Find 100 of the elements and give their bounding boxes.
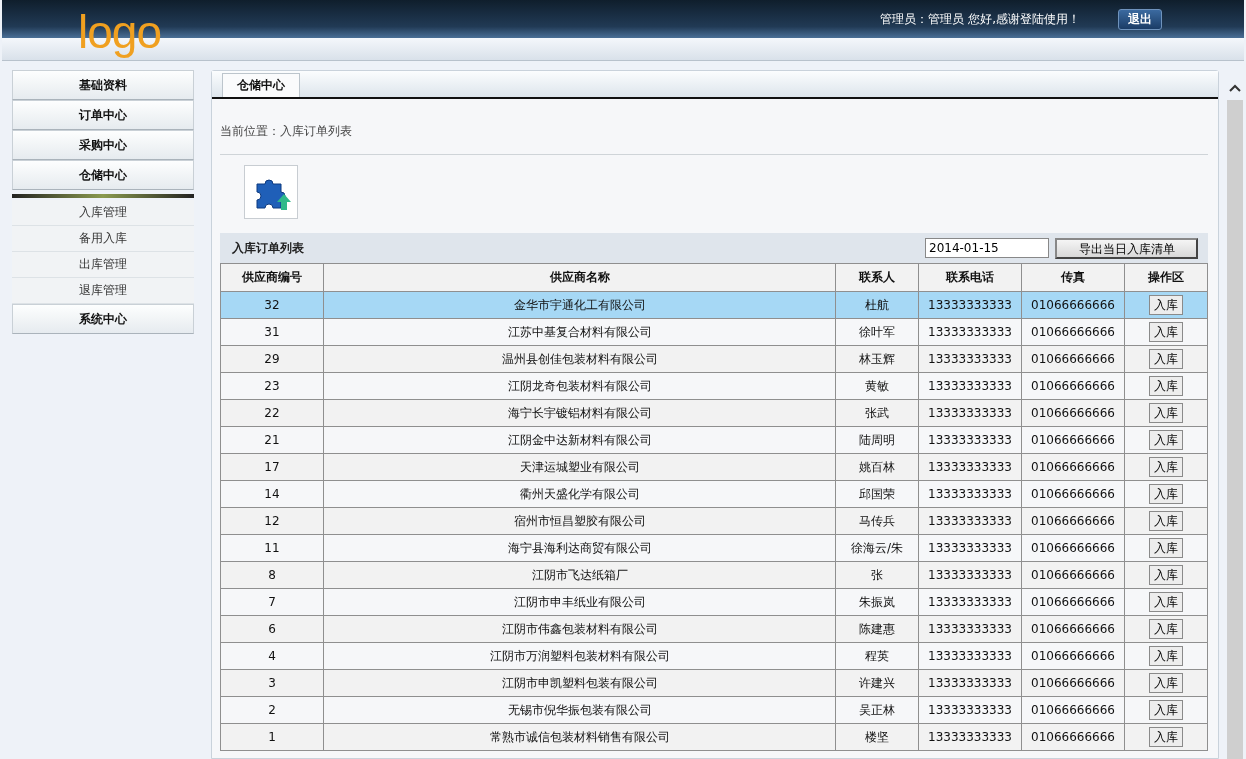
table-cell: 11 (220, 534, 324, 562)
logout-button[interactable]: 退出 (1118, 9, 1162, 30)
table-cell: 6 (220, 615, 324, 643)
table-cell: 2 (220, 696, 324, 724)
tab[interactable]: 仓储中心 (222, 73, 300, 97)
table-row[interactable]: 2 无锡市倪华振包装有限公司 吴正林 13333333333 01066666666 入库 (220, 696, 1208, 724)
table-cell: 29 (220, 345, 324, 373)
table-cell: 3 (220, 669, 324, 697)
menu-item[interactable]: 基础资料 (12, 70, 194, 100)
table-cell: 常熟市诚信包装材料销售有限公司 (323, 723, 836, 751)
table-cell: 江阴市伟鑫包装材料有限公司 (323, 615, 836, 643)
table-row[interactable]: 22 海宁长宇镀铝材料有限公司 张武 13333333333 01066666666 入库 (220, 399, 1208, 427)
table-cell: 衢州天盛化学有限公司 (323, 480, 836, 508)
table-cell: 宿州市恒昌塑胶有限公司 (323, 507, 836, 535)
table-cell: 13333333333 (918, 534, 1022, 562)
menu-item[interactable]: 订单中心 (12, 100, 194, 130)
table-cell: 张 (835, 561, 919, 589)
table-row[interactable]: 17 天津运城塑业有限公司 姚百林 13333333333 01066666666 入库 (220, 453, 1208, 481)
table-cell: 张武 (835, 399, 919, 427)
table-cell: 江阴金中达新材料有限公司 (323, 426, 836, 454)
table-row[interactable]: 23 江阴龙奇包装材料有限公司 黄敏 13333333333 01066666666 入库 (220, 372, 1208, 400)
menu-item[interactable]: 采购中心 (12, 130, 194, 160)
table-row[interactable]: 32 金华市宇通化工有限公司 杜航 13333333333 01066666666 入库 (220, 291, 1208, 319)
table-cell: 13333333333 (918, 399, 1022, 427)
table-cell: 徐叶军 (835, 318, 919, 346)
table-cell: 陆周明 (835, 426, 919, 454)
table-row[interactable]: 14 衢州天盛化学有限公司 邱国荣 13333333333 01066666666 入库 (220, 480, 1208, 508)
table-cell: 01066666666 (1021, 723, 1125, 751)
table-cell: 楼坚 (835, 723, 919, 751)
date-field[interactable]: 2014-01-15 (925, 238, 1049, 258)
table-cell: 许建兴 (835, 669, 919, 697)
table-cell: 17 (220, 453, 324, 481)
table-cell: 1 (220, 723, 324, 751)
stock-in-button[interactable]: 入库 (1149, 376, 1183, 396)
table-cell: 13333333333 (918, 426, 1022, 454)
table-cell: 13333333333 (918, 345, 1022, 373)
stock-in-button[interactable]: 入库 (1149, 295, 1183, 315)
table-row[interactable]: 4 江阴市万润塑料包装材料有限公司 程英 13333333333 01066666666 入库 (220, 642, 1208, 670)
table-cell: 金华市宇通化工有限公司 (323, 291, 836, 319)
table-row[interactable]: 12 宿州市恒昌塑胶有限公司 马传兵 13333333333 01066666666 入库 (220, 507, 1208, 535)
table-row[interactable]: 6 江阴市伟鑫包装材料有限公司 陈建惠 13333333333 01066666666 入库 (220, 615, 1208, 643)
table-row[interactable]: 3 江阴市申凯塑料包装有限公司 许建兴 13333333333 01066666666 入库 (220, 669, 1208, 697)
table-cell: 01066666666 (1021, 507, 1125, 535)
breadcrumb: 当前位置：入库订单列表 (220, 99, 1208, 155)
table-row[interactable]: 21 江阴金中达新材料有限公司 陆周明 13333333333 01066666666 入库 (220, 426, 1208, 454)
menu-item[interactable]: 仓储中心 (12, 160, 194, 190)
table-cell: 01066666666 (1021, 426, 1125, 454)
table-cell: 海宁长宇镀铝材料有限公司 (323, 399, 836, 427)
table-cell: 01066666666 (1021, 588, 1125, 616)
stock-in-button[interactable]: 入库 (1149, 619, 1183, 639)
table-row[interactable]: 11 海宁县海利达商贸有限公司 徐海云/朱 13333333333 01066666666 入库 (220, 534, 1208, 562)
table-cell: 01066666666 (1021, 291, 1125, 319)
table-cell: 马传兵 (835, 507, 919, 535)
table-cell: 13333333333 (918, 642, 1022, 670)
table-cell: 01066666666 (1021, 534, 1125, 562)
table-cell: 姚百林 (835, 453, 919, 481)
toolbar-button[interactable] (244, 165, 298, 219)
table-cell: 13333333333 (918, 669, 1022, 697)
scroll-up-icon[interactable] (1229, 84, 1241, 92)
table-cell: 13333333333 (918, 318, 1022, 346)
stock-in-button[interactable]: 入库 (1149, 430, 1183, 450)
table-cell: 13333333333 (918, 588, 1022, 616)
stock-in-button[interactable]: 入库 (1149, 727, 1183, 747)
table-cell: 22 (220, 399, 324, 427)
table-cell: 01066666666 (1021, 669, 1125, 697)
stock-in-button[interactable]: 入库 (1149, 673, 1183, 693)
table-cell: 13333333333 (918, 480, 1022, 508)
stock-in-button[interactable]: 入库 (1149, 592, 1183, 612)
stock-in-button[interactable]: 入库 (1149, 511, 1183, 531)
table-cell: 江苏中基复合材料有限公司 (323, 318, 836, 346)
table-row[interactable]: 1 常熟市诚信包装材料销售有限公司 楼坚 13333333333 01066666666 入库 (220, 723, 1208, 751)
table-row[interactable]: 7 江阴市申丰纸业有限公司 朱振岚 13333333333 01066666666 入库 (220, 588, 1208, 616)
table-row[interactable]: 31 江苏中基复合材料有限公司 徐叶军 13333333333 01066666666 入库 (220, 318, 1208, 346)
table-cell: 程英 (835, 642, 919, 670)
stock-in-button[interactable]: 入库 (1149, 484, 1183, 504)
table-cell: 01066666666 (1021, 696, 1125, 724)
table-cell: 31 (220, 318, 324, 346)
stock-in-button[interactable]: 入库 (1149, 565, 1183, 585)
stock-in-button[interactable]: 入库 (1149, 322, 1183, 342)
stock-in-button[interactable]: 入库 (1149, 457, 1183, 477)
menu-item[interactable]: 系统中心 (12, 304, 194, 334)
table-cell: 无锡市倪华振包装有限公司 (323, 696, 836, 724)
table-cell: 江阴市万润塑料包装材料有限公司 (323, 642, 836, 670)
table-cell: 01066666666 (1021, 345, 1125, 373)
table-row[interactable]: 8 江阴市飞达纸箱厂 张 13333333333 01066666666 入库 (220, 561, 1208, 589)
table-cell: 13333333333 (918, 615, 1022, 643)
table-row[interactable]: 29 温州县创佳包装材料有限公司 林玉辉 13333333333 01066666666 入库 (220, 345, 1208, 373)
stock-in-button[interactable]: 入库 (1149, 538, 1183, 558)
table-cell: 杜航 (835, 291, 919, 319)
stock-in-button[interactable]: 入库 (1149, 700, 1183, 720)
stock-in-button[interactable]: 入库 (1149, 646, 1183, 666)
column-header: 联系电话 (918, 263, 1022, 292)
table-cell: 朱振岚 (835, 588, 919, 616)
stock-in-button[interactable]: 入库 (1149, 403, 1183, 423)
table-cell: 32 (220, 291, 324, 319)
export-button[interactable]: 导出当日入库清单 (1055, 237, 1198, 259)
table-cell: 吴正林 (835, 696, 919, 724)
table-cell: 01066666666 (1021, 480, 1125, 508)
stock-in-button[interactable]: 入库 (1149, 349, 1183, 369)
list-title: 入库订单列表 (232, 239, 304, 257)
